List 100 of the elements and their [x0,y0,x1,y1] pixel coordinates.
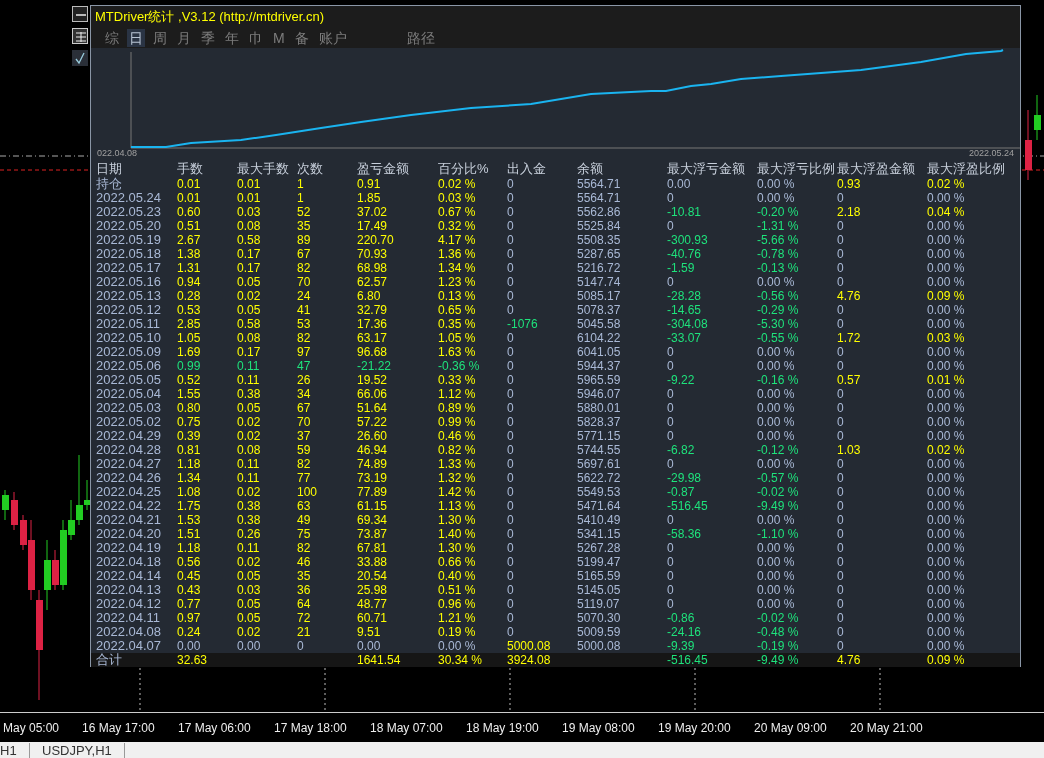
tab[interactable]: 季 [199,29,217,47]
table-cell-text: 0 [507,205,515,219]
table-cell-text: -0.20 % [757,205,800,219]
time-label: 20 May 21:00 [850,719,924,737]
table-cell-text: 1.31 [177,261,202,275]
tab[interactable]: 巾 [247,29,265,47]
table-cell-text: 96.68 [357,345,389,359]
table-cell-text: 35 [297,219,312,233]
table-cell-text: 0 [507,275,515,289]
table-cell-text: 0 [507,443,515,457]
chart-tab[interactable]: H1 [0,743,30,758]
table-cell-text: 1.75 [177,499,202,513]
table-cell-text: 0.00 % [927,597,966,611]
table-cell-text: 5045.58 [577,317,622,331]
table-cell-text: 0 [507,555,515,569]
table-cell-text: 0.58 [237,233,262,247]
tab[interactable]: 月 [175,29,193,47]
table-cell-text: 52 [297,205,312,219]
table-cell-text: 5287.65 [577,247,622,261]
table-cell-text: 62.57 [357,275,389,289]
table-cell-text: 5085.17 [577,289,622,303]
table-cell-text: 2.67 [177,233,202,247]
tab[interactable]: 账户 [316,29,349,47]
table-cell-text: 0 [837,429,845,443]
chart-tab[interactable]: USDJPY,H1 [30,743,125,758]
table-cell-text: 0.00 % [927,261,966,275]
table-cell-text: 21 [297,625,312,639]
table-cell-text: 0.46 % [438,429,477,443]
table-cell-text: -0.02 % [757,611,800,625]
table-cell-text: 1 [297,191,305,205]
tab[interactable]: 年 [223,29,241,47]
table-cell-text: 0.00 % [757,597,796,611]
table-cell-text: 0.00 % [927,345,966,359]
table-cell-text: 1.63 % [438,345,477,359]
table-cell-text: 0 [507,625,515,639]
table-cell-text: 0.02 [237,289,262,303]
tab[interactable]: 备 [292,29,311,47]
table-cell-text: 0.00 % [927,387,966,401]
time-label: 20 May 09:00 [754,719,828,737]
check-icon[interactable] [72,50,88,66]
grid-icon[interactable] [72,28,88,44]
table-cell-text: 0 [837,541,845,555]
table-cell-text: 37 [297,429,312,443]
table-cell-text: 0.11 [237,457,261,471]
table-cell-text: 17.49 [357,219,389,233]
table-cell-text: 0.00 % [927,233,966,247]
table-cell-text: 0 [667,429,675,443]
table-cell-text: 0.00 % [757,177,796,191]
column-header: 最大浮盈比例 [927,161,1006,177]
table-cell-text: 0.00 % [927,569,966,583]
table-cell-text: 82 [297,331,312,345]
tab[interactable]: 日 [127,29,145,47]
minus-icon[interactable] [72,6,88,22]
table-cell-text: 0.05 [237,569,262,583]
table-cell-text: 74.89 [357,457,389,471]
table-cell-text: 0.94 [177,275,202,289]
table-cell-text: 63 [297,499,312,513]
table-cell-text: -9.49 % [757,499,800,513]
table-cell-text: 0.09 % [927,653,966,667]
table-cell-text: 89 [297,233,312,247]
table-cell-text: 5216.72 [577,261,622,275]
table-cell-text: 75 [297,527,312,541]
table-cell-text: 0.00 % [757,555,796,569]
table-cell-text: 2022.05.13 [96,289,163,303]
table-cell-text: 220.70 [357,233,395,247]
table-cell-text: 0.24 [177,625,202,639]
table-cell-text: 0.00 % [927,611,966,625]
table-cell-text: 61.15 [357,499,389,513]
table-cell-text: 82 [297,261,312,275]
table-cell-text: 70 [297,275,312,289]
table-cell-text: 100 [297,485,319,499]
tab[interactable]: 路径 [404,29,437,47]
table-cell-text: 0.19 % [438,625,477,639]
tab[interactable]: 周 [151,29,169,47]
table-cell-text: 48.77 [357,597,389,611]
table-cell-text: 1.13 % [438,499,477,513]
table-cell-text: 0 [837,611,845,625]
table-cell-text: 0.99 % [438,415,477,429]
table-cell-text: 34 [297,387,312,401]
table-cell-text: 2022.04.29 [96,429,163,443]
table-cell-text: 0.00 % [757,583,796,597]
table-cell-text: 0.56 [177,555,202,569]
tab[interactable]: 综 [103,29,121,47]
table-cell-text: 2022.04.07 [96,639,163,653]
table-cell-text: 0.00 % [757,359,796,373]
table-cell-text: 0.11 [237,541,261,555]
table-cell-text: 5965.59 [577,373,622,387]
table-cell-text: 0 [507,289,515,303]
table-cell-text: 46 [297,555,312,569]
table-cell-text: 0 [667,219,675,233]
table-cell-text: 0 [837,569,845,583]
table-cell-text: 33.88 [357,555,389,569]
table-cell-text: 0.08 [237,331,262,345]
table-cell-text: 0.96 % [438,597,477,611]
table-cell-text: -10.81 [667,205,703,219]
table-cell-text: 2022.05.12 [96,303,163,317]
tab[interactable]: M [271,29,287,47]
table-cell-text: 0.04 % [927,205,966,219]
table-cell-text: 26.60 [357,429,389,443]
table-cell-text: 0 [667,555,675,569]
